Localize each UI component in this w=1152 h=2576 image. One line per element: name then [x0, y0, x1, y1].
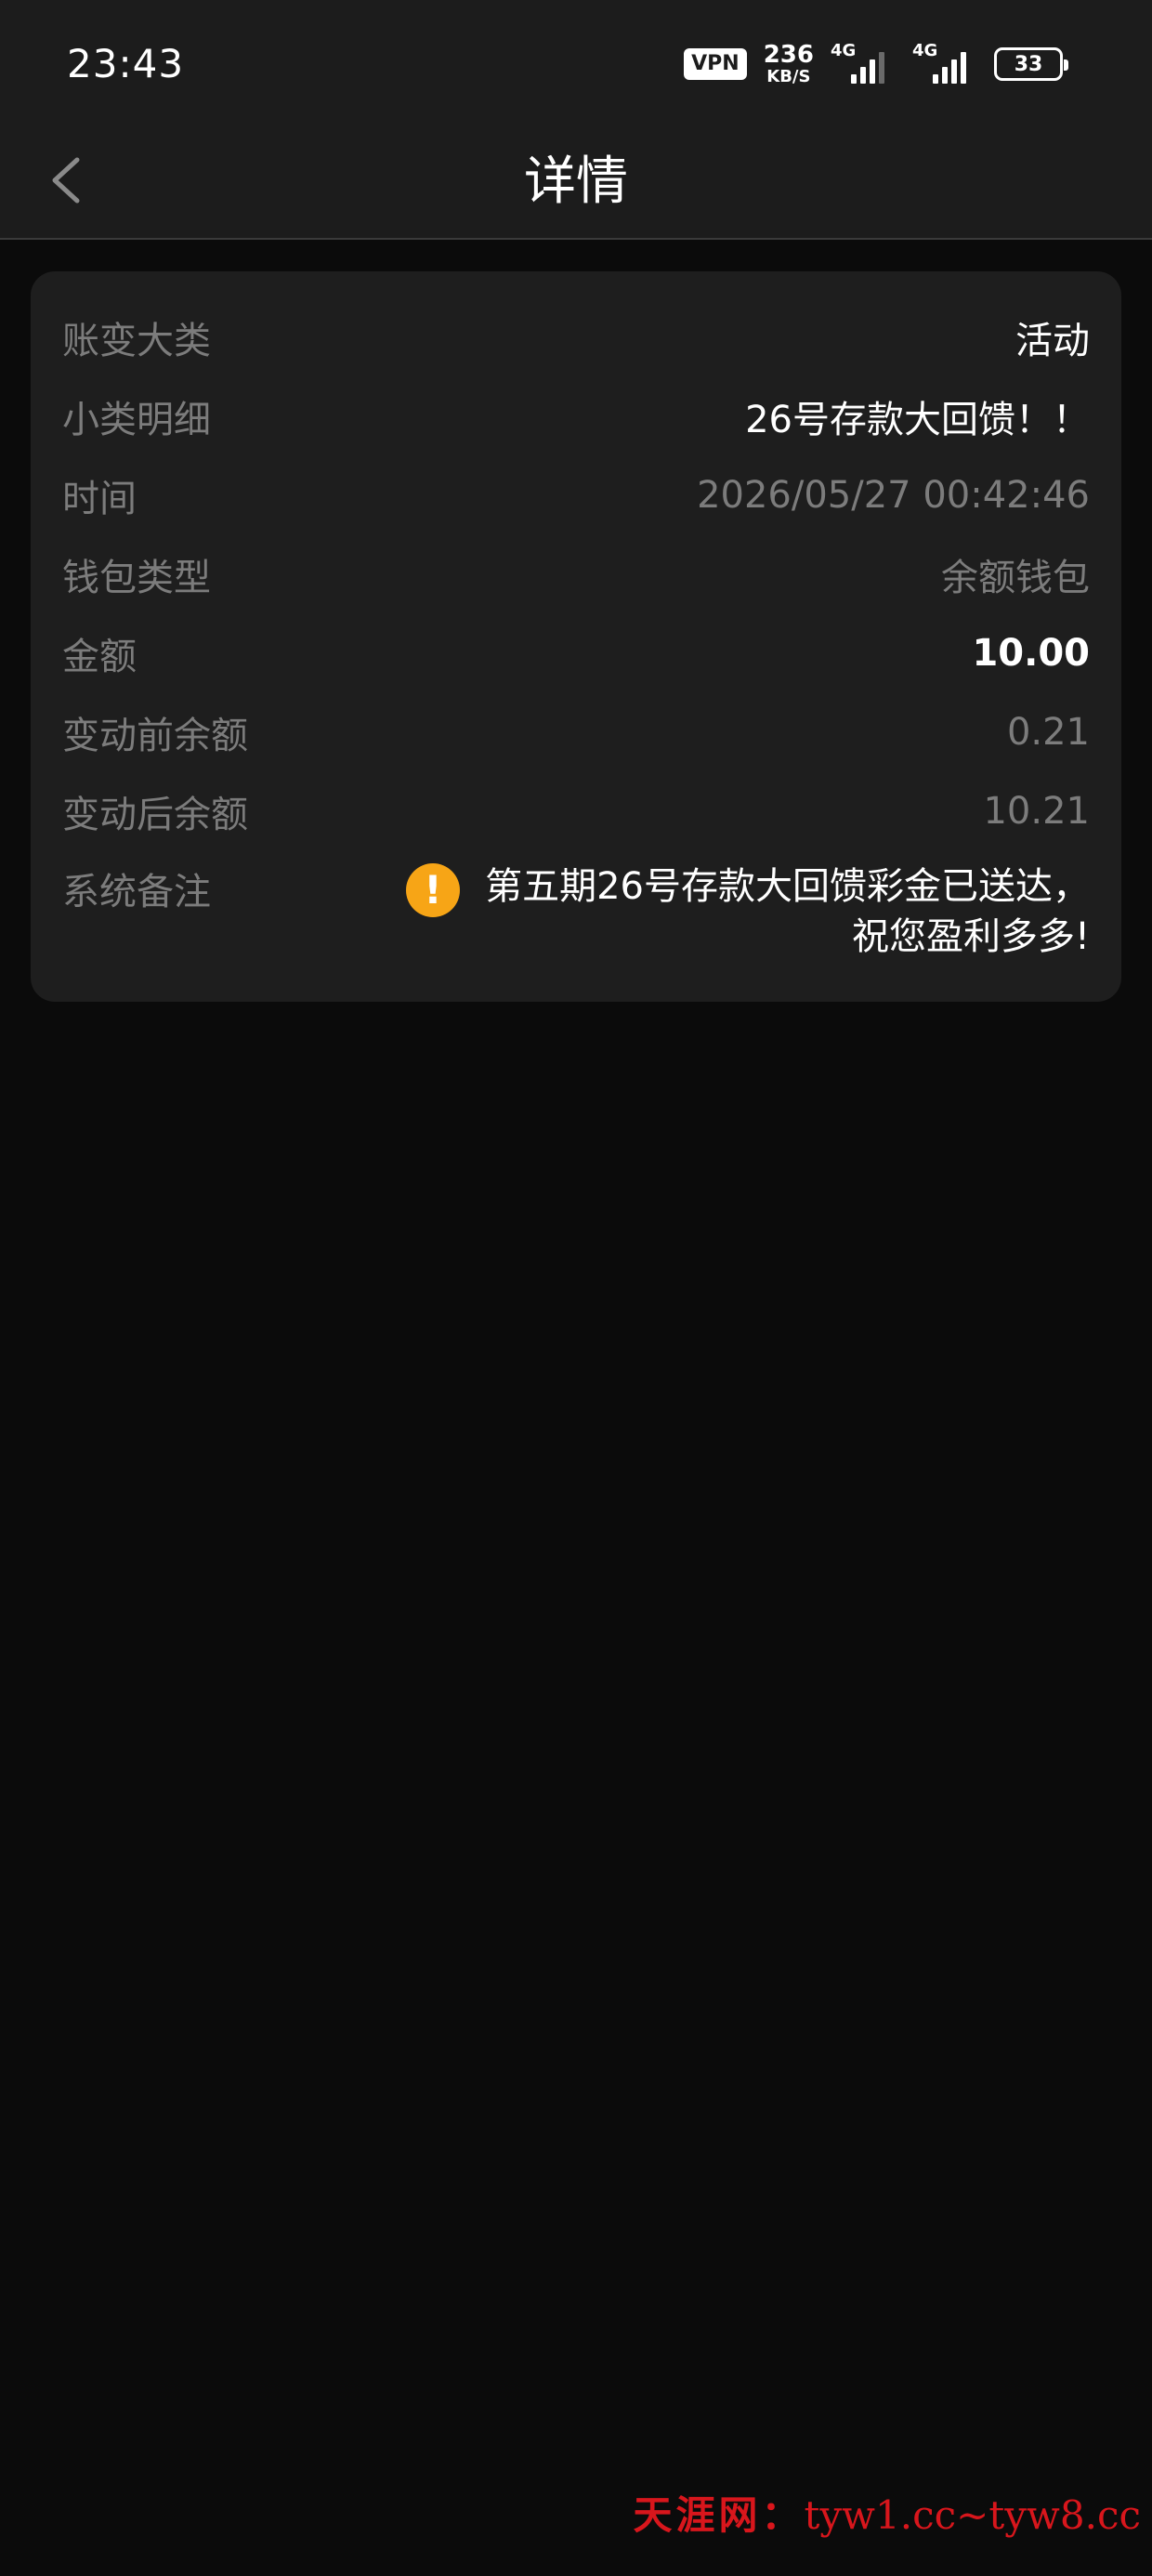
detail-label: 钱包类型 — [62, 556, 211, 599]
status-icons: VPN 236 KB/S 4G 4G 33 — [684, 41, 1068, 85]
detail-label: 变动前余额 — [62, 714, 248, 757]
battery-level: 33 — [1014, 52, 1043, 76]
battery-icon: 33 — [994, 47, 1068, 81]
title-bar: 详情 — [0, 121, 1152, 240]
detail-label: 系统备注 — [62, 871, 211, 913]
detail-label: 时间 — [62, 477, 137, 520]
status-time: 23:43 — [67, 41, 185, 86]
system-note: ! 第五期26号存款大回馈彩金已送达，祝您盈利多多! — [406, 861, 1090, 962]
detail-label: 账变大类 — [62, 319, 211, 362]
vpn-icon: VPN — [684, 48, 747, 80]
detail-row-subcategory: 小类明细 26号存款大回馈！！ — [31, 376, 1121, 455]
detail-row-balance-before: 变动前余额 0.21 — [31, 692, 1121, 771]
signal-bars — [851, 52, 884, 84]
detail-row-amount: 金额 10.00 — [31, 613, 1121, 692]
detail-label: 金额 — [62, 635, 137, 678]
status-bar: 23:43 VPN 236 KB/S 4G 4G 33 — [0, 0, 1152, 121]
detail-value: 10.00 — [972, 631, 1090, 675]
signal-icon: 4G — [831, 41, 896, 84]
detail-row-balance-after: 变动后余额 10.21 — [31, 771, 1121, 850]
page-title: 详情 — [524, 151, 628, 212]
detail-label: 变动后余额 — [62, 793, 248, 836]
detail-row-category: 账变大类 活动 — [31, 297, 1121, 376]
watermark-name: 天涯网： — [633, 2492, 805, 2538]
network-speed-value: 236 — [763, 41, 814, 69]
network-speed: 236 KB/S — [764, 43, 814, 85]
signal-bars — [933, 52, 966, 84]
detail-value: 10.21 — [983, 789, 1090, 833]
detail-row-system-note: 系统备注 ! 第五期26号存款大回馈彩金已送达，祝您盈利多多! — [31, 850, 1121, 962]
system-note-text: 第五期26号存款大回馈彩金已送达，祝您盈利多多! — [485, 865, 1090, 958]
detail-value: 活动 — [1015, 319, 1090, 362]
detail-value: 26号存款大回馈！！ — [745, 398, 1090, 441]
warning-icon: ! — [406, 863, 460, 917]
watermark-domains: tyw1.cc~tyw8.cc — [804, 2492, 1141, 2538]
network-speed-unit: KB/S — [766, 67, 811, 86]
detail-label: 小类明细 — [62, 398, 211, 441]
detail-row-time: 时间 2026/05/27 00:42:46 — [31, 455, 1121, 534]
watermark: 天涯网：tyw1.cc~tyw8.cc — [633, 2484, 1141, 2541]
detail-value: 余额钱包 — [941, 556, 1090, 599]
detail-card: 账变大类 活动 小类明细 26号存款大回馈！！ 时间 2026/05/27 00… — [31, 271, 1121, 1002]
detail-value: 0.21 — [1006, 710, 1090, 754]
detail-row-wallet-type: 钱包类型 余额钱包 — [31, 534, 1121, 613]
signal-icon: 4G — [912, 41, 977, 84]
detail-value: 2026/05/27 00:42:46 — [697, 473, 1090, 517]
